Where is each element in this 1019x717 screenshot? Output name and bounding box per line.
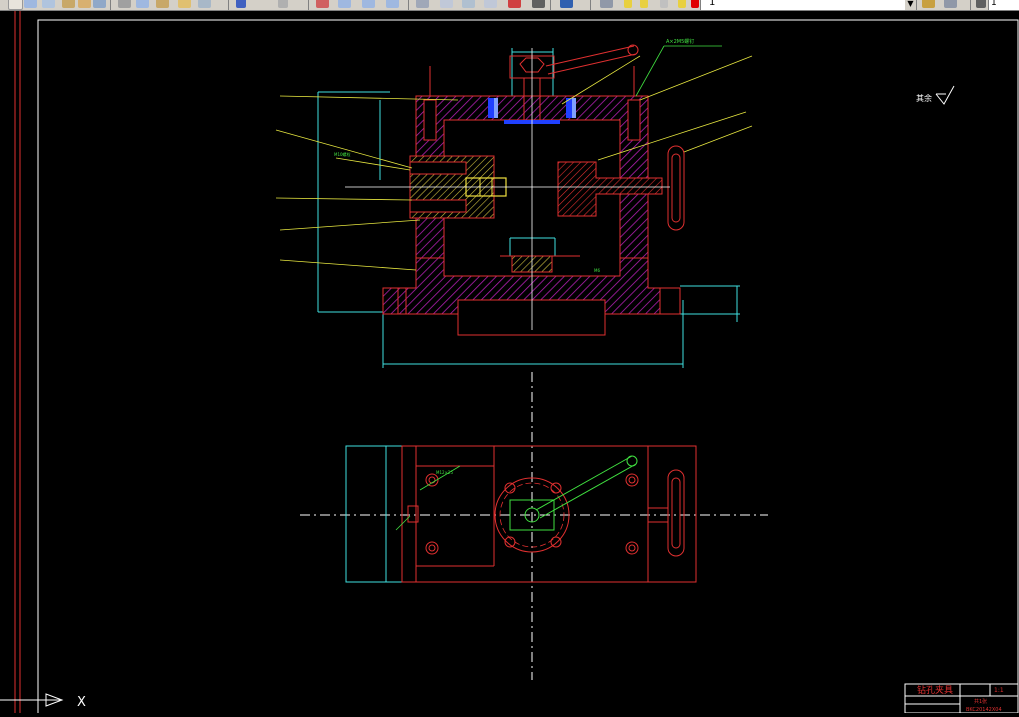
bottom-note: M6 xyxy=(594,268,600,273)
layer-previous-icon[interactable] xyxy=(944,0,957,8)
design-center-icon[interactable] xyxy=(416,0,429,8)
save-icon[interactable] xyxy=(42,0,55,8)
chevron-down-icon[interactable]: ▼ xyxy=(905,0,916,10)
layer-freeze-icon[interactable] xyxy=(640,0,648,8)
layer-name: 1 xyxy=(709,0,716,8)
tool-palette-icon[interactable] xyxy=(440,0,453,8)
calc-icon[interactable] xyxy=(508,0,521,8)
title-block-scale: 1:1 xyxy=(994,687,1004,694)
layer-plot-icon[interactable] xyxy=(678,0,686,8)
make-current-icon[interactable] xyxy=(922,0,935,8)
standard-toolbar: 1 ▼ 1 xyxy=(0,0,1019,11)
zoom-previous-icon[interactable] xyxy=(362,0,375,8)
sheet-set-icon[interactable] xyxy=(462,0,475,8)
style-dropdown[interactable]: 1 xyxy=(988,0,1019,10)
ucs-x-label: X xyxy=(77,695,86,710)
open-icon[interactable] xyxy=(24,0,37,8)
preview-icon[interactable] xyxy=(78,0,91,8)
paste-icon[interactable] xyxy=(156,0,169,8)
plan-note: M12×25 xyxy=(436,470,453,475)
redo-icon[interactable] xyxy=(236,0,246,8)
cut-icon[interactable] xyxy=(118,0,131,8)
markup-icon[interactable] xyxy=(484,0,497,8)
title-block-sheet: 共1张 xyxy=(974,698,987,705)
undo-icon[interactable] xyxy=(198,0,211,8)
title-block-title: 钻孔夹具 xyxy=(917,684,953,696)
layer-on-icon[interactable] xyxy=(624,0,632,8)
pan-icon[interactable] xyxy=(278,0,288,8)
title-block: 钻孔夹具 1:1 共1张 BKC20142X04 xyxy=(904,683,1019,714)
roughness-note: 其余 xyxy=(916,93,932,103)
help-icon[interactable] xyxy=(532,0,545,8)
layer-manager-icon[interactable] xyxy=(560,0,573,8)
title-block-code: BKC20142X04 xyxy=(966,707,1002,713)
front-view: A×2M5螺钉 M10螺栓 M6 xyxy=(275,38,753,368)
ucs-icon: X xyxy=(0,693,86,710)
match-icon[interactable] xyxy=(178,0,191,8)
layer-color-swatch[interactable] xyxy=(691,0,699,8)
roughness-symbol: 其余 xyxy=(916,85,955,105)
properties-icon[interactable] xyxy=(386,0,399,8)
clamp-label: M10螺栓 xyxy=(334,151,351,157)
style-name: 1 xyxy=(991,0,997,8)
zoom-window-icon[interactable] xyxy=(338,0,351,8)
new-icon[interactable] xyxy=(8,0,23,10)
publish-icon[interactable] xyxy=(93,0,106,8)
pointer-help-icon[interactable] xyxy=(976,0,986,8)
zoom-realtime-icon[interactable] xyxy=(316,0,329,8)
part-spec-note: A×2M5螺钉 xyxy=(666,38,694,45)
layer-state-icon[interactable] xyxy=(600,0,613,8)
plan-view: M12×25 xyxy=(345,445,697,583)
drawing-canvas[interactable]: A×2M5螺钉 M10螺栓 M6 M12×25 其余 钻孔夹具 1:1 共1张 … xyxy=(0,11,1019,715)
print-icon[interactable] xyxy=(62,0,75,8)
layer-lock-icon[interactable] xyxy=(660,0,668,8)
copy-icon[interactable] xyxy=(136,0,149,8)
layer-dropdown[interactable]: 1 ▼ xyxy=(700,0,917,10)
